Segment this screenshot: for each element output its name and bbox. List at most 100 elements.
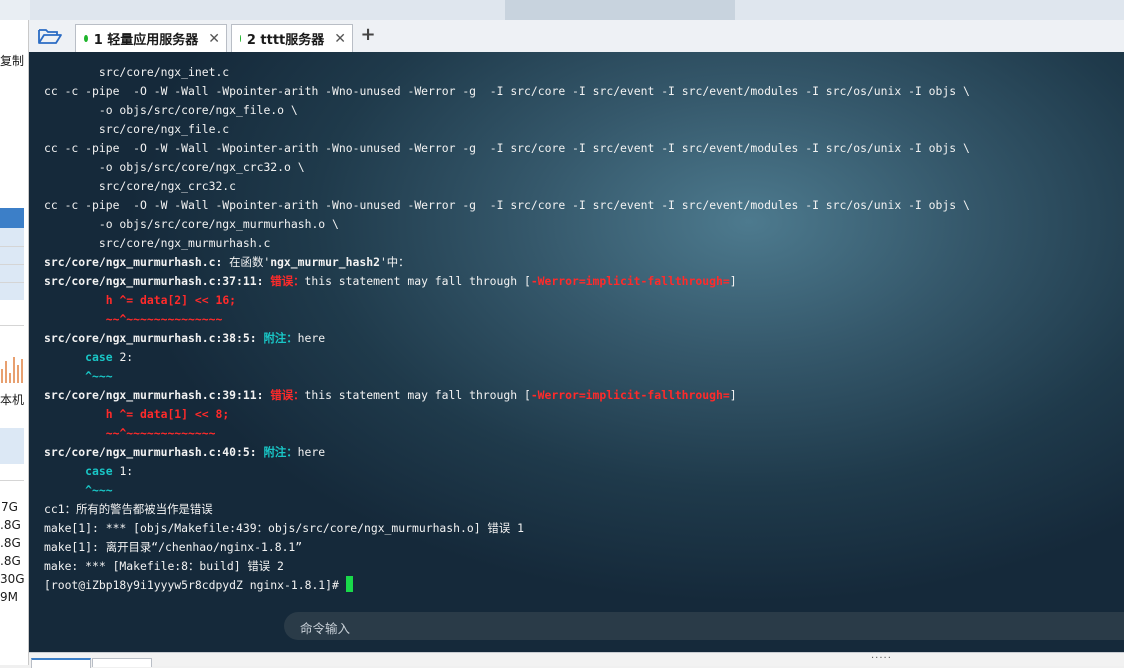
terminal-text-segment: 错误： xyxy=(270,388,305,402)
terminal-text-segment: 错误： xyxy=(270,274,305,288)
terminal-text-segment: make: *** [Makefile:8：build] 错误 2 xyxy=(44,559,284,573)
terminal-line: make: *** [Makefile:8：build] 错误 2 xyxy=(44,557,970,576)
terminal-text-segment: -Werror=implicit-fallthrough= xyxy=(530,388,730,402)
terminal-text-segment: h ^= data[1] << 8; xyxy=(105,407,230,421)
terminal-text-segment: -Werror=implicit-fallthrough= xyxy=(530,274,730,288)
command-input-field[interactable]: 命令输入 xyxy=(284,612,1124,640)
tab-label: 1 轻量应用服务器 xyxy=(93,33,199,48)
background-window-strip xyxy=(0,0,1124,20)
close-icon[interactable]: ✕ xyxy=(208,31,220,47)
bottom-tab[interactable] xyxy=(92,658,152,667)
terminal-text-segment: 附注： xyxy=(263,445,298,459)
panel-selected-row[interactable] xyxy=(0,208,24,228)
terminal-text-segment: ~~^~~~~~~~~~~~~~ xyxy=(105,426,216,440)
terminal-text-segment: -o objs/src/core/ngx_file.o \ xyxy=(44,103,298,117)
open-folder-icon[interactable] xyxy=(37,26,63,46)
mini-usage-chart xyxy=(0,350,24,383)
terminal-line: -o objs/src/core/ngx_file.o \ xyxy=(44,101,970,120)
size-value: 9M xyxy=(0,590,18,604)
copy-label: 复制 xyxy=(0,54,25,68)
terminal-text-segment: 2: xyxy=(112,350,134,364)
close-icon[interactable]: ✕ xyxy=(334,31,346,47)
background-window-tab xyxy=(0,0,30,20)
terminal-line: src/core/ngx_file.c xyxy=(44,120,970,139)
terminal-line: src/core/ngx_murmurhash.c:37:11: 错误：this… xyxy=(44,272,970,291)
add-tab-button[interactable]: + xyxy=(359,25,377,45)
terminal-line: src/core/ngx_murmurhash.c:40:5: 附注：here xyxy=(44,443,970,462)
terminal-text-segment: cc1：所有的警告都被当作是错误 xyxy=(44,502,213,516)
terminal-line: case 2: xyxy=(44,348,970,367)
tab-label: 2 tttt服务器 xyxy=(246,33,325,48)
resize-grip-icon[interactable]: ..... xyxy=(871,650,892,661)
terminal-text-segment: ^~~~ xyxy=(85,369,113,383)
terminal-text-segment: 1: xyxy=(112,464,134,478)
terminal-text-segment: '中： xyxy=(379,255,410,269)
terminal-text-segment: src/core/ngx_murmurhash.c:37:11: xyxy=(44,274,271,288)
terminal-text-segment: cc -c -pipe -O -W -Wall -Wpointer-arith … xyxy=(44,141,970,155)
terminal-text-segment: ] xyxy=(729,388,737,402)
terminal-text-segment: src/core/ngx_murmurhash.c xyxy=(44,236,271,250)
left-side-panel: 复制 本机 7G .8G .8G .8G 30G 9M xyxy=(0,20,29,665)
terminal-text-segment: 附注： xyxy=(263,331,298,345)
command-input-placeholder: 命令输入 xyxy=(300,621,351,636)
terminal-text-segment: make[1]: 离开目录“/chenhao/nginx-1.8.1” xyxy=(44,540,303,554)
size-value: .8G xyxy=(0,518,21,532)
terminal-text-segment: this statement may fall through [ xyxy=(304,388,531,402)
terminal-text-segment: src/core/ngx_murmurhash.c:38:5: xyxy=(44,331,264,345)
terminal-line: make[1]: 离开目录“/chenhao/nginx-1.8.1” xyxy=(44,538,970,557)
bottom-tab-strip: ..... xyxy=(29,650,1124,668)
terminal-line: cc1：所有的警告都被当作是错误 xyxy=(44,500,970,519)
terminal-line: src/core/ngx_inet.c xyxy=(44,63,970,82)
terminal-line: cc -c -pipe -O -W -Wall -Wpointer-arith … xyxy=(44,82,970,101)
connected-status-dot xyxy=(240,35,241,42)
terminal-text-segment: cc -c -pipe -O -W -Wall -Wpointer-arith … xyxy=(44,198,970,212)
tab-server-2[interactable]: 2 tttt服务器 ✕ xyxy=(231,24,353,52)
background-window-tab xyxy=(505,0,735,20)
terminal-text-segment: ] xyxy=(729,274,737,288)
terminal-line: ^~~~ xyxy=(44,367,970,386)
terminal-text-segment: src/core/ngx_file.c xyxy=(44,122,230,136)
terminal-line: src/core/ngx_murmurhash.c: 在函数'ngx_murmu… xyxy=(44,253,970,272)
terminal-line: src/core/ngx_murmurhash.c:39:11: 错误：this… xyxy=(44,386,970,405)
size-value: 30G xyxy=(0,572,25,586)
terminal-text-segment: here xyxy=(297,445,326,459)
terminal-text-segment: here xyxy=(297,331,326,345)
panel-selected-block[interactable] xyxy=(0,428,24,464)
tab-server-1[interactable]: 1 轻量应用服务器 ✕ xyxy=(75,24,227,52)
bottom-tab[interactable] xyxy=(31,658,91,668)
terminal-text-segment: ~~^~~~~~~~~~~~~~~ xyxy=(105,312,223,326)
terminal-text-segment: src/core/ngx_murmurhash.c:40:5: xyxy=(44,445,264,459)
terminal-text: src/core/ngx_inet.ccc -c -pipe -O -W -Wa… xyxy=(44,63,970,595)
terminal-text-segment: -o objs/src/core/ngx_murmurhash.o \ xyxy=(44,217,339,231)
terminal-line: [root@iZbp18y9i1yyyw5r8cdpydZ nginx-1.8.… xyxy=(44,576,970,595)
terminal-text-segment: cc -c -pipe -O -W -Wall -Wpointer-arith … xyxy=(44,84,970,98)
terminal-text-segment: make[1]: *** [objs/Makefile:439：objs/src… xyxy=(44,521,524,535)
terminal-text-segment: h ^= data[2] << 16; xyxy=(105,293,237,307)
terminal-text-segment: ngx_murmur_hash2 xyxy=(270,255,380,269)
terminal-text-segment: case xyxy=(85,350,113,364)
terminal-line: -o objs/src/core/ngx_crc32.o \ xyxy=(44,158,970,177)
terminal-output[interactable]: src/core/ngx_inet.ccc -c -pipe -O -W -Wa… xyxy=(29,52,1124,652)
terminal-line: make[1]: *** [objs/Makefile:439：objs/src… xyxy=(44,519,970,538)
terminal-line: cc -c -pipe -O -W -Wall -Wpointer-arith … xyxy=(44,139,970,158)
terminal-line: h ^= data[2] << 16; xyxy=(44,291,970,310)
terminal-text-segment: src/core/ngx_murmurhash.c: xyxy=(44,255,223,269)
session-tab-bar: 1 轻量应用服务器 ✕ 2 tttt服务器 ✕ + xyxy=(29,20,1124,53)
terminal-line: ~~^~~~~~~~~~~~~~~ xyxy=(44,310,970,329)
terminal-line: case 1: xyxy=(44,462,970,481)
terminal-line: src/core/ngx_crc32.c xyxy=(44,177,970,196)
terminal-line: src/core/ngx_murmurhash.c:38:5: 附注：here xyxy=(44,329,970,348)
local-machine-label: 本机 xyxy=(0,393,25,407)
terminal-text-segment: ^~~~ xyxy=(85,483,113,497)
terminal-text-segment: [root@iZbp18y9i1yyyw5r8cdpydZ nginx-1.8.… xyxy=(44,578,346,592)
terminal-cursor xyxy=(345,576,353,592)
terminal-line: h ^= data[1] << 8; xyxy=(44,405,970,424)
